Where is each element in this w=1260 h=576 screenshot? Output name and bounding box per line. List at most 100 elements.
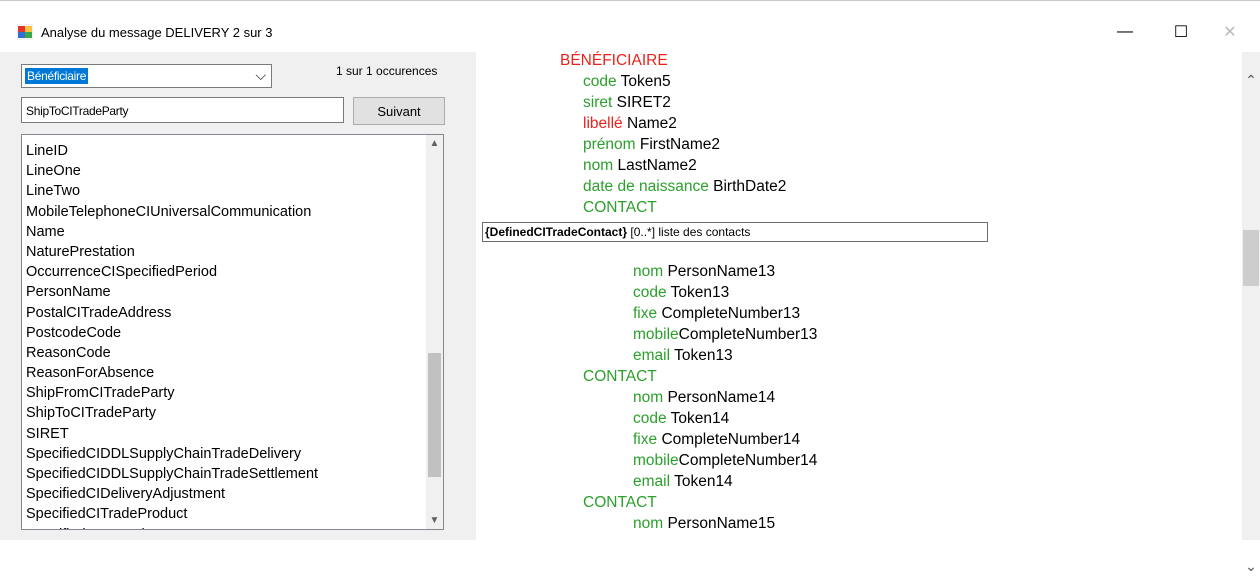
field-value: CompleteNumber13	[678, 326, 818, 343]
combo-selected-value: Bénéficiaire	[25, 68, 89, 84]
field-key: code	[633, 284, 667, 301]
field-key: fixe	[633, 431, 658, 448]
list-item[interactable]: LineOne	[26, 161, 421, 181]
minimize-icon: —	[1117, 23, 1133, 40]
field-value: SIRET2	[616, 94, 671, 111]
field-value: CompleteNumber13	[661, 305, 801, 322]
tree-field: nom PersonName14	[633, 389, 775, 407]
tree-field: email Token14	[633, 473, 733, 491]
field-value: LastName2	[617, 157, 697, 174]
field-key: mobile	[633, 326, 679, 343]
field-key: nom	[583, 157, 614, 174]
list-item[interactable]: ReasonForAbsence	[26, 363, 421, 383]
field-key: email	[633, 347, 671, 364]
next-button[interactable]: Suivant	[353, 97, 445, 125]
tree-field: mobileCompleteNumber14	[633, 452, 817, 470]
field-key: libellé	[583, 115, 623, 132]
contact-heading: CONTACT	[583, 494, 657, 511]
close-icon: ✕	[1223, 24, 1237, 41]
tree-field: fixe CompleteNumber14	[633, 431, 800, 449]
list-item[interactable]: SIRET	[26, 424, 421, 444]
list-item[interactable]: LineID	[26, 141, 421, 161]
field-key: fixe	[633, 305, 658, 322]
minimize-button[interactable]: —	[1102, 16, 1148, 48]
tree-field: prénom FirstName2	[583, 136, 720, 154]
search-input-value: ShipToCITradeParty	[26, 104, 129, 118]
window-top-border	[0, 0, 1260, 1]
chevron-down-icon[interactable]: ⌵	[255, 67, 266, 84]
tree-field: code Token5	[583, 73, 671, 91]
tooltip-description: [0..*] liste des contacts	[627, 225, 751, 239]
scroll-up-icon[interactable]: ▲	[426, 135, 443, 152]
tree-field: code Token13	[633, 284, 729, 302]
field-value: PersonName13	[667, 263, 776, 280]
scroll-down-icon[interactable]: ▼	[426, 512, 443, 529]
chevron-down-icon[interactable]: ⌄	[1242, 556, 1260, 576]
field-value: PersonName14	[667, 389, 776, 406]
field-value: BirthDate2	[713, 178, 787, 195]
list-scroll-thumb[interactable]	[428, 353, 441, 477]
list-item[interactable]: OccurrenceCISpecifiedPeriod	[26, 262, 421, 282]
window-title: Analyse du message DELIVERY 2 sur 3	[41, 25, 273, 40]
field-key: email	[633, 473, 671, 490]
field-key: prénom	[583, 136, 636, 153]
list-item[interactable]: MobileTelephoneCIUniversalCommunication	[26, 202, 421, 222]
tree-field: libellé Name2	[583, 115, 677, 133]
field-key: siret	[583, 94, 613, 111]
list-item[interactable]: PostcodeCode	[26, 323, 421, 343]
field-value: CompleteNumber14	[661, 431, 801, 448]
tree-field: mobileCompleteNumber13	[633, 326, 817, 344]
contact-tooltip: {DefinedCITradeContact} [0..*] liste des…	[482, 222, 988, 242]
field-key: nom	[633, 263, 664, 280]
list-item[interactable]: SpecifiedCIDDLSupplyChainTradeSettlement	[26, 464, 421, 484]
list-scrollbar[interactable]: ▲ ▼	[426, 135, 443, 529]
contact-heading: CONTACT	[583, 199, 657, 216]
list-item[interactable]: SpecifiedCIDDLSupplyChainTradeDelivery	[26, 444, 421, 464]
list-item[interactable]: PersonName	[26, 282, 421, 302]
tree-field: email Token13	[633, 347, 733, 365]
field-value: Name2	[626, 115, 677, 132]
tag-list-items: LineID LineOne LineTwo MobileTelephoneCIUni…	[26, 141, 421, 529]
field-value: FirstName2	[639, 136, 720, 153]
field-key: date de naissance	[583, 178, 709, 195]
field-key: nom	[633, 389, 664, 406]
list-item[interactable]: ReasonCode	[26, 343, 421, 363]
message-tree-view: BÉNÉFICIAIRE code Token5 siret SIRET2 li…	[476, 52, 1242, 540]
tree-field: code Token14	[633, 410, 729, 428]
list-item[interactable]: ShipToCITradeParty	[26, 403, 421, 423]
list-item[interactable]: SpecifiedCIDeliveryAdjustment	[26, 484, 421, 504]
list-item[interactable]: SpecifiedCITradeProduct	[26, 504, 421, 524]
close-button[interactable]: ✕	[1207, 16, 1253, 48]
tree-field: nom PersonName15	[633, 515, 775, 533]
chevron-up-icon[interactable]: ⌃	[1242, 70, 1260, 90]
tree-scrollbar[interactable]: ⌃ ⌄	[1242, 52, 1260, 574]
field-key: nom	[633, 515, 664, 532]
field-value: Token14	[670, 410, 730, 427]
list-item[interactable]: Name	[26, 222, 421, 242]
field-value: Token13	[670, 284, 730, 301]
tree-field: fixe CompleteNumber13	[633, 305, 800, 323]
tooltip-type: {DefinedCITradeContact}	[485, 225, 628, 239]
list-item[interactable]: PostalCITradeAddress	[26, 303, 421, 323]
tree-field: date de naissance BirthDate2	[583, 178, 786, 196]
title-bar[interactable]: Analyse du message DELIVERY 2 sur 3 — ☐ …	[0, 16, 1260, 52]
field-value: Token13	[674, 347, 733, 364]
occurrence-count: 1 sur 1 occurences	[336, 64, 438, 78]
section-heading: BÉNÉFICIAIRE	[560, 52, 668, 69]
list-item[interactable]: SpecifiedTransactionID	[26, 525, 421, 529]
field-key: code	[583, 73, 617, 90]
tag-list[interactable]: LineID LineOne LineTwo MobileTelephoneCIUni…	[21, 134, 444, 530]
tree-scroll-thumb[interactable]	[1243, 230, 1259, 286]
tree-field: nom PersonName13	[633, 263, 775, 281]
contact-heading: CONTACT	[583, 368, 657, 385]
list-item[interactable]: LineTwo	[26, 181, 421, 201]
list-item[interactable]: ShipFromCITradeParty	[26, 383, 421, 403]
search-category-combo[interactable]: Bénéficiaire ⌵	[21, 64, 272, 88]
maximize-button[interactable]: ☐	[1158, 16, 1204, 48]
tree-field: nom LastName2	[583, 157, 697, 175]
field-value: Token14	[674, 473, 733, 490]
field-value: Token5	[620, 73, 671, 90]
field-key: code	[633, 410, 667, 427]
list-item[interactable]: NaturePrestation	[26, 242, 421, 262]
search-input[interactable]: ShipToCITradeParty	[21, 97, 344, 123]
